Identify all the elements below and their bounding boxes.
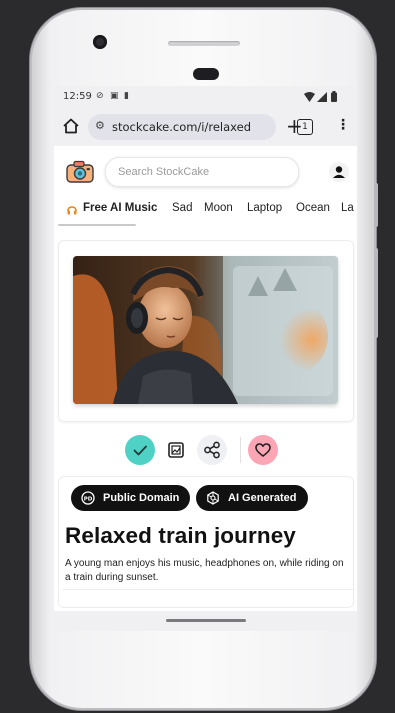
signal-icon [317,92,327,102]
search-placeholder: Search StockCake [118,166,210,178]
music-icon [67,206,77,215]
menu-icon[interactable]: ⋮ [336,117,350,133]
image-info-card: PD Public Domain AI Generated Relaxed tr… [58,476,354,608]
info-divider [63,589,353,590]
notification-icon: ▣ [110,91,119,101]
home-icon[interactable] [62,117,80,135]
ai-chip-icon [207,491,219,505]
site-settings-icon[interactable]: ⚙ [95,119,105,132]
actions-divider [240,437,241,463]
battery-icon [331,91,337,102]
dnd-icon: ⊘ [96,91,104,101]
earpiece-speaker [168,41,240,46]
url-text: stockcake.com/i/relaxed [112,120,251,134]
public-domain-label: Public Domain [103,492,180,504]
image-icon [168,442,184,458]
proximity-sensor [193,68,219,80]
gesture-nav-bar [54,611,357,631]
volume-button [374,248,378,338]
public-domain-icon: PD [81,491,95,505]
search-input[interactable]: Search StockCake [105,157,299,187]
status-bar: 12:59 ⊘ ▣ ▮ [54,86,357,108]
ai-generated-label: AI Generated [228,492,297,504]
category-laptop[interactable]: Laptop [247,202,282,214]
category-la[interactable]: La [341,202,354,214]
stockcake-logo-icon[interactable] [66,160,94,184]
power-button [374,183,378,227]
category-free-ai-music[interactable]: Free AI Music [83,202,157,214]
user-account-icon[interactable] [329,162,349,182]
like-button[interactable] [248,435,278,465]
image-actions [54,433,357,467]
stock-photo[interactable] [73,256,338,404]
category-strip: Free AI Music Sad Moon Laptop Ocean La [54,196,357,228]
browser-toolbar: ⚙ stockcake.com/i/relaxed + 1 ⋮ [54,108,357,146]
image-title: Relaxed train journey [65,523,296,548]
address-bar[interactable]: ⚙ stockcake.com/i/relaxed [88,114,276,140]
public-domain-badge[interactable]: PD Public Domain [71,485,190,511]
share-button[interactable] [197,435,227,465]
category-ocean[interactable]: Ocean [296,202,330,214]
site-header: Search StockCake [54,146,357,196]
ai-generated-badge[interactable]: AI Generated [196,485,308,511]
view-image-button[interactable] [161,435,191,465]
image-card [58,240,354,422]
clipboard-icon: ▮ [124,91,129,101]
status-time: 12:59 [63,91,92,102]
download-button[interactable] [125,435,155,465]
svg-text:PD: PD [84,496,93,502]
check-icon [133,445,147,456]
share-icon [204,441,220,459]
tab-switcher-button[interactable]: 1 [297,119,313,135]
front-camera [93,35,107,49]
category-moon[interactable]: Moon [204,202,233,214]
wifi-icon [304,92,315,102]
heart-icon [255,443,271,457]
phone-screen: 12:59 ⊘ ▣ ▮ ⚙ stockcake.com/i/relaxed + … [54,86,357,631]
home-gesture-handle[interactable] [166,619,246,622]
image-description: A young man enjoys his music, headphones… [65,558,344,583]
category-sad[interactable]: Sad [172,202,192,214]
active-category-indicator [58,224,136,226]
